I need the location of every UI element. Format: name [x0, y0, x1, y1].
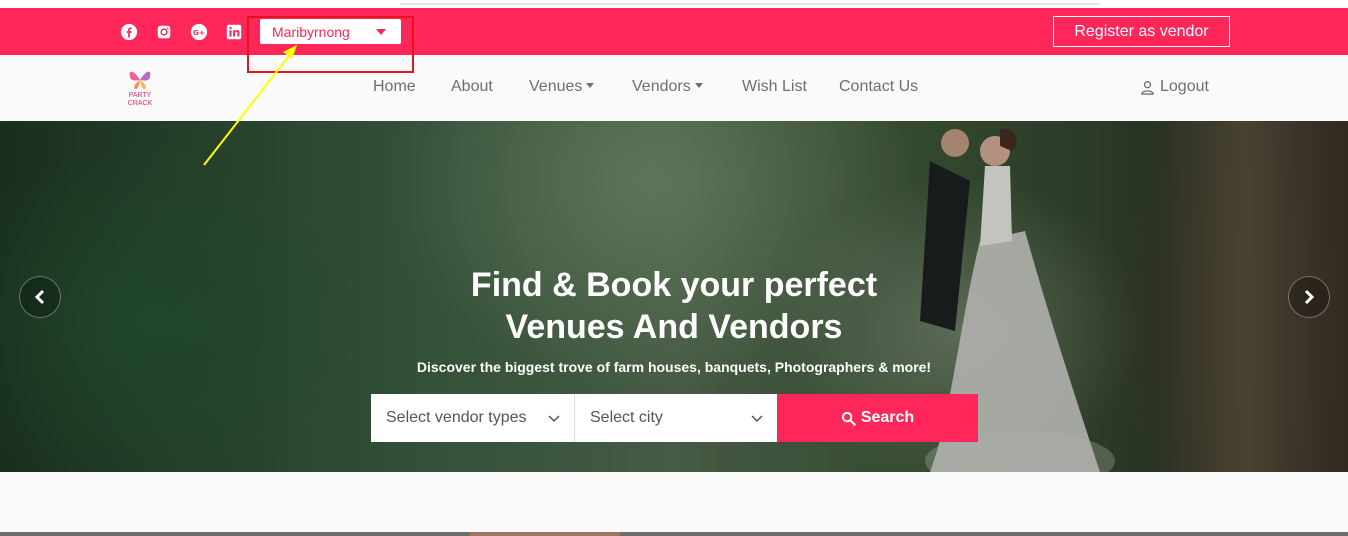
search-button[interactable]: Search	[777, 394, 978, 442]
hero-title-line2: Venues And Vendors	[505, 308, 843, 346]
logo-text-crack: CRACK	[127, 100, 153, 107]
logout-link[interactable]: Logout	[1140, 78, 1209, 96]
page: G+ Maribyrnong Register as vendor PARTY …	[0, 0, 1348, 536]
linkedin-icon[interactable]	[224, 22, 244, 42]
nav-about-label: About	[451, 78, 493, 95]
next-section-preview	[0, 532, 1348, 536]
svg-text:G+: G+	[193, 28, 205, 37]
nav-venues[interactable]: Venues	[529, 78, 595, 96]
hero-subtitle: Discover the biggest trove of farm house…	[416, 359, 932, 375]
content-section	[0, 472, 1348, 532]
vendor-type-select[interactable]: Select vendor types	[371, 394, 574, 442]
nav-contact-us[interactable]: Contact Us	[839, 78, 918, 96]
chevron-left-icon	[34, 289, 45, 305]
party-crack-logo[interactable]: PARTY CRACK	[120, 67, 160, 109]
hero-title-line1: Find & Book your perfect	[470, 266, 878, 304]
nav-home-label: Home	[373, 78, 416, 95]
nav-contact-us-label: Contact Us	[839, 78, 919, 95]
chevron-down-icon	[751, 415, 763, 422]
register-vendor-button[interactable]: Register as vendor	[1053, 16, 1230, 47]
carousel-next-button[interactable]	[1288, 276, 1330, 318]
hero-title: Find & Book your perfect Venues And Vend…	[374, 264, 974, 348]
vendor-type-select-text: Select vendor types	[386, 409, 527, 426]
search-icon	[841, 411, 856, 426]
logo-text-party: PARTY	[128, 92, 152, 99]
city-select-text: Select city	[590, 409, 663, 426]
logout-label: Logout	[1160, 78, 1209, 95]
chevron-down-icon	[548, 415, 560, 422]
annotation-highlight-box	[247, 16, 414, 73]
facebook-icon[interactable]	[119, 22, 139, 42]
browser-top-strip	[0, 0, 1348, 8]
nav-vendors[interactable]: Vendors	[632, 78, 703, 96]
caret-down-icon	[694, 83, 703, 88]
nav-about[interactable]: About	[451, 78, 493, 96]
main-navbar: PARTY CRACK Home About Venues Vendors Wi…	[0, 55, 1348, 121]
city-select[interactable]: Select city	[574, 394, 777, 442]
nav-home[interactable]: Home	[373, 78, 416, 96]
nav-vendors-label: Vendors	[632, 78, 691, 95]
nav-venues-label: Venues	[529, 78, 583, 95]
google-plus-icon[interactable]: G+	[189, 22, 209, 42]
search-button-label: Search	[860, 409, 915, 426]
hero-banner: Find & Book your perfect Venues And Vend…	[0, 121, 1348, 472]
carousel-prev-button[interactable]	[19, 276, 61, 318]
search-form: Select vendor types Select city Search	[371, 394, 978, 442]
chevron-right-icon	[1304, 289, 1315, 305]
nav-wish-list[interactable]: Wish List	[742, 78, 807, 96]
user-icon	[1141, 80, 1154, 95]
instagram-icon[interactable]	[154, 22, 174, 42]
caret-down-icon	[586, 83, 595, 88]
butterfly-logo-icon	[129, 71, 151, 89]
top-bar: G+ Maribyrnong Register as vendor	[0, 8, 1348, 55]
nav-wish-list-label: Wish List	[742, 78, 807, 95]
